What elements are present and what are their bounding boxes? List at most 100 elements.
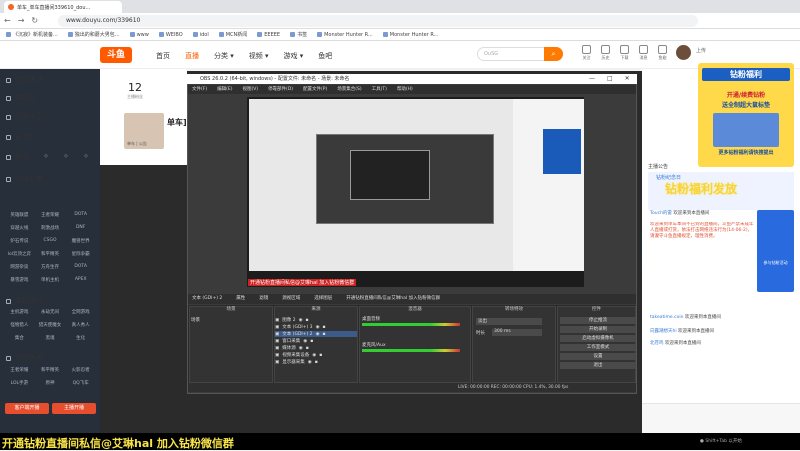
source-item[interactable]: ▣ 窗口采集 ◉ ▪ — [275, 338, 357, 345]
close-icon[interactable]: ✕ — [625, 74, 630, 84]
eye-icon[interactable]: ◉ — [316, 325, 320, 330]
eye-icon[interactable]: ◉ — [303, 339, 307, 344]
sidebar-category[interactable]: DOTA — [65, 264, 96, 270]
sidebar-category[interactable]: 永劫无间 — [35, 309, 66, 315]
sidebar-item[interactable]: 云游戏 — [6, 132, 36, 142]
bookmark-item[interactable]: WEIBO — [158, 32, 183, 38]
obs-menu-item[interactable]: 文件(F) — [192, 85, 207, 94]
site-logo[interactable]: 斗鱼 — [100, 47, 132, 63]
lock-icon[interactable]: ▪ — [323, 325, 326, 330]
minimize-icon[interactable]: — — [589, 74, 595, 84]
source-item[interactable]: ▣ 文本 (GDI+) 3 ◉ ▪ — [275, 324, 357, 331]
sidebar-category[interactable]: 英雄联盟 — [4, 212, 35, 218]
chat-user[interactable]: 向露潮想天hi — [650, 329, 678, 334]
sidebar-item[interactable]: 页游中心 — [6, 112, 43, 122]
sidebar-category[interactable]: DNF — [65, 225, 96, 231]
scene-item[interactable]: 场景 — [191, 317, 200, 323]
header-icon-item[interactable]: 下载 — [620, 45, 629, 61]
nav-item[interactable]: 游戏 ▾ — [284, 51, 304, 61]
lock-icon[interactable]: ▪ — [323, 332, 326, 337]
sidebar-quick-icon[interactable]: ◇ — [36, 154, 56, 159]
obs-menu-item[interactable]: 帮助(H) — [397, 85, 413, 94]
sidebar-category[interactable]: 刺激战场 — [35, 225, 66, 231]
bookmark-item[interactable]: EEEEE — [257, 32, 280, 38]
search-icon[interactable]: ⌕ — [544, 47, 563, 61]
sidebar-category[interactable]: 怪物猎人 — [4, 322, 35, 328]
reload-icon[interactable]: ↻ — [31, 16, 38, 25]
forward-icon[interactable]: → — [18, 16, 25, 25]
lock-icon[interactable]: ▪ — [310, 339, 313, 344]
bookmark-item[interactable]: Monster Hunter R... — [317, 32, 373, 38]
sidebar-category[interactable]: 炉石传说 — [4, 238, 35, 244]
nav-item[interactable]: 分类 ▾ — [214, 51, 234, 61]
bookmark-item[interactable]: Monster Hunter R... — [382, 32, 438, 38]
source-item[interactable]: ▣ 文本 (GDI+) 2 ◉ ▪ — [275, 331, 357, 337]
sidebar-category[interactable]: LOL手游 — [4, 380, 35, 386]
obs-toolbar-item[interactable]: 滤镜 — [259, 294, 268, 304]
sidebar-category[interactable]: DOTA — [65, 212, 96, 218]
sidebar-category[interactable]: 魔兽世界 — [65, 238, 96, 244]
nav-item[interactable]: 视频 ▾ — [249, 51, 269, 61]
nav-item[interactable]: 直播 — [185, 51, 199, 61]
obs-control-button[interactable]: 设置 — [560, 353, 636, 360]
obs-menu-item[interactable]: 配置文件(P) — [303, 85, 327, 94]
sidebar-category[interactable]: 网游杂谈 — [4, 264, 35, 270]
eye-icon[interactable]: ◉ — [299, 318, 303, 323]
lock-icon[interactable]: ▪ — [315, 360, 318, 365]
bookmark-item[interactable]: 独出的和蘑大男包... — [67, 31, 120, 38]
header-icon-item[interactable]: 历史 — [601, 45, 610, 61]
bookmark-item[interactable]: idol — [192, 32, 209, 38]
upload-link[interactable]: 上传 — [696, 47, 706, 54]
sidebar-category[interactable]: 王者荣耀 — [35, 212, 66, 218]
source-item[interactable]: ▣ 显示器采集 ◉ ▪ — [275, 359, 357, 366]
lock-icon[interactable]: ▪ — [306, 346, 309, 351]
sidebar-category[interactable]: 真人秀人 — [65, 322, 96, 328]
start-broadcast-button[interactable]: 主播开播 — [52, 403, 96, 414]
obs-menu-item[interactable]: 场景集合(S) — [337, 85, 361, 94]
sidebar-category[interactable]: 原神 — [35, 380, 66, 386]
obs-menu-item[interactable]: 停靠部件(D) — [268, 85, 293, 94]
obs-menu-item[interactable]: 编辑(E) — [217, 85, 232, 94]
chat-user[interactable]: 北苍鸣 — [650, 341, 665, 346]
sidebar-category[interactable]: CSGO — [35, 238, 66, 244]
sidebar-section[interactable]: 手游休闲 — [6, 353, 43, 363]
sidebar-category[interactable]: QQ飞车 — [65, 380, 96, 386]
obs-toolbar-item[interactable]: 选择图层 — [314, 294, 332, 304]
sidebar-category[interactable]: 星际争霸 — [65, 251, 96, 257]
sidebar-category[interactable]: 单机主机 — [35, 277, 66, 283]
obs-toolbar-item[interactable]: 开通钻粉直播间私信@艾琳hal 加入钻粉微信群 — [346, 294, 440, 304]
sidebar-category[interactable]: 生化 — [65, 335, 96, 341]
sidebar-category[interactable]: 火影忍者 — [65, 367, 96, 373]
obs-control-button[interactable]: 停止推流 — [560, 317, 636, 324]
bookmark-item[interactable]: 书签 — [290, 31, 307, 38]
maximize-icon[interactable]: □ — [607, 74, 613, 84]
chat-user[interactable]: Touch的雷 — [650, 211, 673, 216]
sidebar-quick-icon[interactable]: ◇ — [56, 154, 76, 159]
eye-icon[interactable]: ◉ — [308, 360, 312, 365]
nav-item[interactable]: 鱼吧 — [318, 51, 332, 61]
sidebar-category[interactable]: 方舟生存 — [35, 264, 66, 270]
sidebar-category[interactable]: 主机游戏 — [4, 309, 35, 315]
bookmark-item[interactable]: 《沉寂》新机装备... — [6, 31, 58, 38]
source-item[interactable]: ▣ 视频采集设备 ◉ ▪ — [275, 352, 357, 359]
bookmark-item[interactable]: MCN新闻 — [218, 31, 247, 38]
sidebar-category[interactable]: 王者荣耀 — [4, 367, 35, 373]
transition-duration[interactable]: 300 ms — [492, 329, 542, 336]
user-avatar[interactable] — [676, 45, 691, 60]
chat-input-area[interactable] — [642, 403, 800, 433]
obs-menu-item[interactable]: 工具(T) — [372, 85, 387, 94]
obs-control-button[interactable]: 退出 — [560, 362, 636, 369]
header-icon-item[interactable]: 鱼翅 — [658, 45, 667, 61]
sidebar-item[interactable]: 赛事 — [6, 152, 29, 162]
source-item[interactable]: ▣ 图像 2 ◉ ▪ — [275, 317, 357, 324]
obs-control-button[interactable]: 工作室模式 — [560, 344, 636, 351]
sidebar-item[interactable]: 排行榜 — [6, 93, 36, 103]
sidebar-item[interactable]: 我的关注 — [6, 75, 43, 85]
sidebar-category[interactable]: lol云顶之弈 — [4, 251, 35, 257]
source-item[interactable]: ▣ 媒体源 ◉ ▪ — [275, 345, 357, 352]
side-ad-banner[interactable] — [757, 210, 794, 292]
chat-notice-tab[interactable]: 主播公告 — [648, 163, 668, 170]
sidebar-category[interactable]: APEX — [65, 277, 96, 283]
back-icon[interactable]: ← — [4, 16, 11, 25]
sidebar-item[interactable]: 常用分类 — [6, 174, 43, 184]
